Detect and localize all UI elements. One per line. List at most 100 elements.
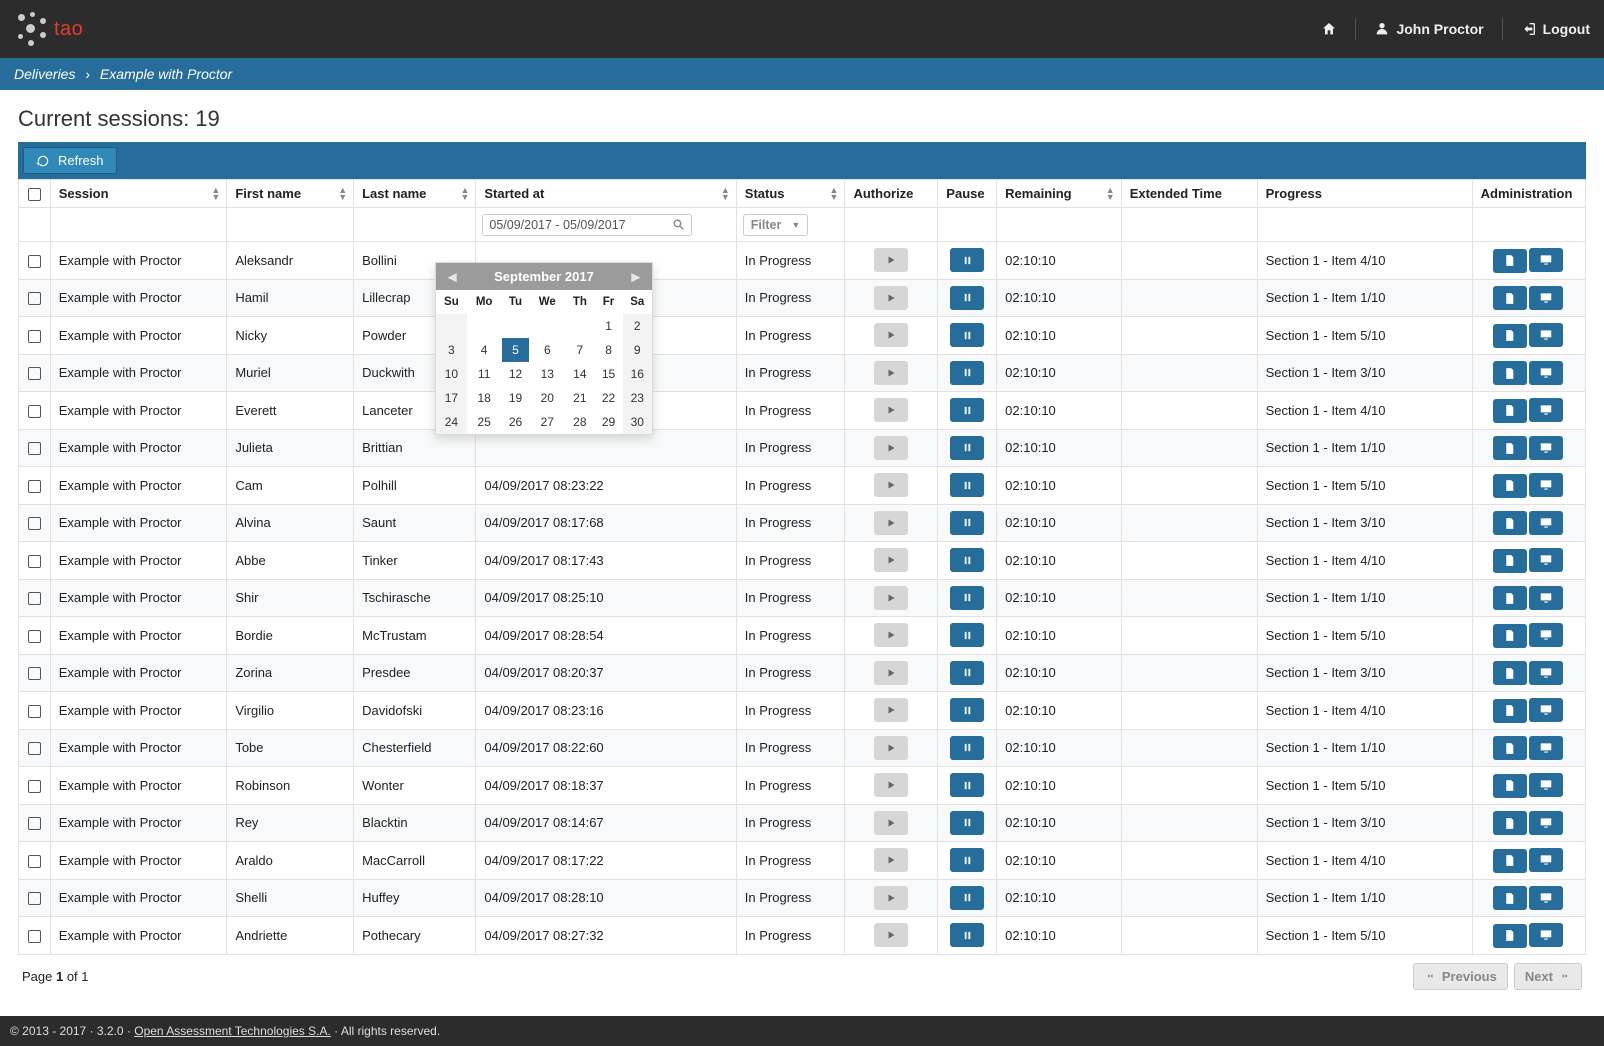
cal-day[interactable]: 3 (436, 338, 467, 362)
date-range-input[interactable] (489, 218, 666, 232)
refresh-button[interactable]: Refresh (23, 147, 117, 174)
monitor-button[interactable] (1529, 323, 1563, 347)
cal-day[interactable]: 24 (436, 410, 467, 434)
report-button[interactable] (1493, 324, 1527, 348)
monitor-button[interactable] (1529, 736, 1563, 760)
row-checkbox[interactable] (28, 742, 41, 755)
authorize-button[interactable] (874, 323, 908, 347)
row-checkbox[interactable] (28, 255, 41, 268)
row-checkbox[interactable] (28, 705, 41, 718)
monitor-button[interactable] (1529, 436, 1563, 460)
col-last-name[interactable]: Last name▲▼ (354, 180, 476, 208)
authorize-button[interactable] (874, 736, 908, 760)
cal-day[interactable]: 10 (436, 362, 467, 386)
cal-day[interactable]: 1 (595, 314, 623, 338)
search-icon[interactable] (672, 218, 685, 231)
pause-button[interactable] (950, 736, 984, 760)
monitor-button[interactable] (1529, 623, 1563, 647)
row-checkbox[interactable] (28, 442, 41, 455)
authorize-button[interactable] (874, 811, 908, 835)
cal-day[interactable]: 13 (529, 362, 565, 386)
authorize-button[interactable] (874, 886, 908, 910)
authorize-button[interactable] (874, 623, 908, 647)
row-checkbox[interactable] (28, 330, 41, 343)
pause-button[interactable] (950, 848, 984, 872)
pause-button[interactable] (950, 473, 984, 497)
row-checkbox[interactable] (28, 517, 41, 530)
col-first-name[interactable]: First name▲▼ (227, 180, 354, 208)
cal-day[interactable]: 26 (502, 410, 530, 434)
pause-button[interactable] (950, 548, 984, 572)
pause-button[interactable] (950, 923, 984, 947)
status-filter[interactable]: Filter ▼ (743, 214, 808, 236)
authorize-button[interactable] (874, 248, 908, 272)
cal-day[interactable]: 28 (565, 410, 594, 434)
cal-day[interactable]: 22 (595, 386, 623, 410)
breadcrumb-root[interactable]: Deliveries (14, 66, 75, 82)
report-button[interactable] (1493, 361, 1527, 385)
row-checkbox[interactable] (28, 555, 41, 568)
authorize-button[interactable] (874, 548, 908, 572)
pause-button[interactable] (950, 811, 984, 835)
pause-button[interactable] (950, 436, 984, 460)
report-button[interactable] (1493, 549, 1527, 573)
report-button[interactable] (1493, 924, 1527, 948)
report-button[interactable] (1493, 736, 1527, 760)
pause-button[interactable] (950, 886, 984, 910)
authorize-button[interactable] (874, 661, 908, 685)
cal-day[interactable]: 29 (595, 410, 623, 434)
report-button[interactable] (1493, 661, 1527, 685)
cal-day[interactable]: 5 (502, 338, 530, 362)
monitor-button[interactable] (1529, 811, 1563, 835)
prev-button[interactable]: Previous (1413, 963, 1508, 990)
row-checkbox[interactable] (28, 930, 41, 943)
pause-button[interactable] (950, 773, 984, 797)
authorize-button[interactable] (874, 286, 908, 310)
report-button[interactable] (1493, 849, 1527, 873)
monitor-button[interactable] (1529, 923, 1563, 947)
monitor-button[interactable] (1529, 548, 1563, 572)
cal-prev[interactable]: ◀ (440, 270, 464, 283)
cal-day[interactable]: 30 (623, 410, 652, 434)
pause-button[interactable] (950, 248, 984, 272)
monitor-button[interactable] (1529, 286, 1563, 310)
pause-button[interactable] (950, 286, 984, 310)
monitor-button[interactable] (1529, 361, 1563, 385)
authorize-button[interactable] (874, 436, 908, 460)
report-button[interactable] (1493, 249, 1527, 273)
user-link[interactable]: John Proctor (1374, 21, 1483, 37)
report-button[interactable] (1493, 774, 1527, 798)
row-checkbox[interactable] (28, 405, 41, 418)
monitor-button[interactable] (1529, 511, 1563, 535)
cal-day[interactable]: 23 (623, 386, 652, 410)
monitor-button[interactable] (1529, 661, 1563, 685)
monitor-button[interactable] (1529, 473, 1563, 497)
pause-button[interactable] (950, 661, 984, 685)
pause-button[interactable] (950, 323, 984, 347)
cal-day[interactable]: 15 (595, 362, 623, 386)
report-button[interactable] (1493, 811, 1527, 835)
cal-day[interactable]: 27 (529, 410, 565, 434)
row-checkbox[interactable] (28, 480, 41, 493)
row-checkbox[interactable] (28, 817, 41, 830)
cal-day[interactable]: 6 (529, 338, 565, 362)
row-checkbox[interactable] (28, 630, 41, 643)
pause-button[interactable] (950, 361, 984, 385)
report-button[interactable] (1493, 399, 1527, 423)
authorize-button[interactable] (874, 361, 908, 385)
report-button[interactable] (1493, 286, 1527, 310)
report-button[interactable] (1493, 474, 1527, 498)
cal-day[interactable]: 4 (467, 338, 502, 362)
report-button[interactable] (1493, 699, 1527, 723)
row-checkbox[interactable] (28, 592, 41, 605)
row-checkbox[interactable] (28, 855, 41, 868)
monitor-button[interactable] (1529, 773, 1563, 797)
authorize-button[interactable] (874, 511, 908, 535)
authorize-button[interactable] (874, 773, 908, 797)
authorize-button[interactable] (874, 848, 908, 872)
row-checkbox[interactable] (28, 780, 41, 793)
col-started-at[interactable]: Started at▲▼ (476, 180, 736, 208)
report-button[interactable] (1493, 624, 1527, 648)
col-session[interactable]: Session▲▼ (50, 180, 227, 208)
report-button[interactable] (1493, 586, 1527, 610)
